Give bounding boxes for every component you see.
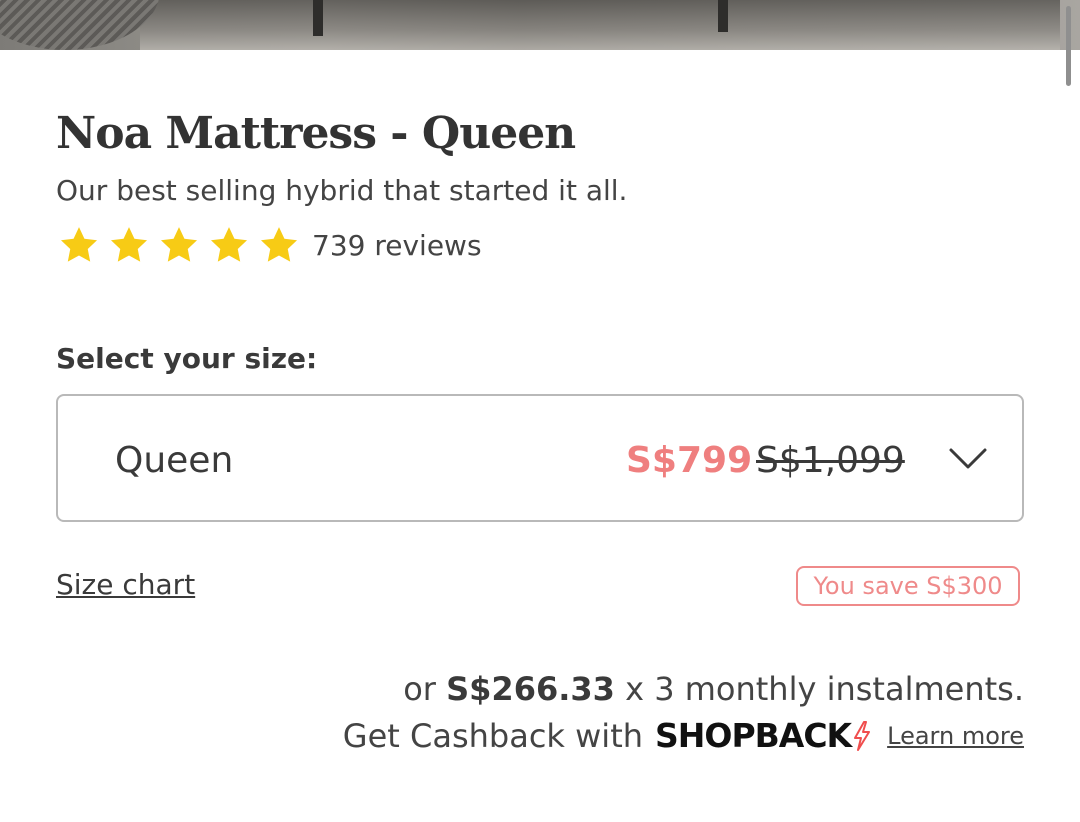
bed-leg xyxy=(718,0,728,32)
star-icon xyxy=(108,224,150,266)
shopback-logo: SHOPBACK xyxy=(655,716,852,755)
size-chart-link[interactable]: Size chart xyxy=(56,568,195,601)
bed-leg xyxy=(313,0,323,36)
instalment-info: or S$266.33 x 3 monthly instalments. xyxy=(403,670,1024,708)
pouf xyxy=(0,0,160,50)
rug-area xyxy=(140,0,1060,50)
instalment-prefix: or xyxy=(403,670,436,708)
scrollbar[interactable] xyxy=(1066,6,1071,86)
sale-price: S$799 xyxy=(626,440,753,481)
product-subtitle: Our best selling hybrid that started it … xyxy=(56,174,628,207)
instalment-suffix: x 3 monthly instalments. xyxy=(625,670,1024,708)
savings-badge: You save S$300 xyxy=(796,566,1020,606)
cashback-text: Get Cashback with xyxy=(342,716,644,755)
star-icon xyxy=(58,224,100,266)
rating-row[interactable]: 739 reviews xyxy=(58,224,482,266)
chevron-down-icon[interactable] xyxy=(948,446,988,472)
learn-more-link[interactable]: Learn more xyxy=(887,722,1024,750)
size-select[interactable]: Queen S$799 S$1,099 xyxy=(56,394,1024,522)
selected-size: Queen xyxy=(115,440,234,481)
reviews-count[interactable]: 739 reviews xyxy=(312,229,482,262)
original-price: S$1,099 xyxy=(756,440,905,481)
star-icon xyxy=(158,224,200,266)
product-photo xyxy=(0,0,1080,50)
star-icon xyxy=(208,224,250,266)
instalment-amount: S$266.33 xyxy=(446,670,615,708)
cashback-row: Get Cashback with SHOPBACK Learn more xyxy=(343,716,1024,755)
shopback-bolt-icon xyxy=(853,720,871,751)
star-icon xyxy=(258,224,300,266)
product-title: Noa Mattress - Queen xyxy=(56,108,576,159)
size-label: Select your size: xyxy=(56,342,318,375)
